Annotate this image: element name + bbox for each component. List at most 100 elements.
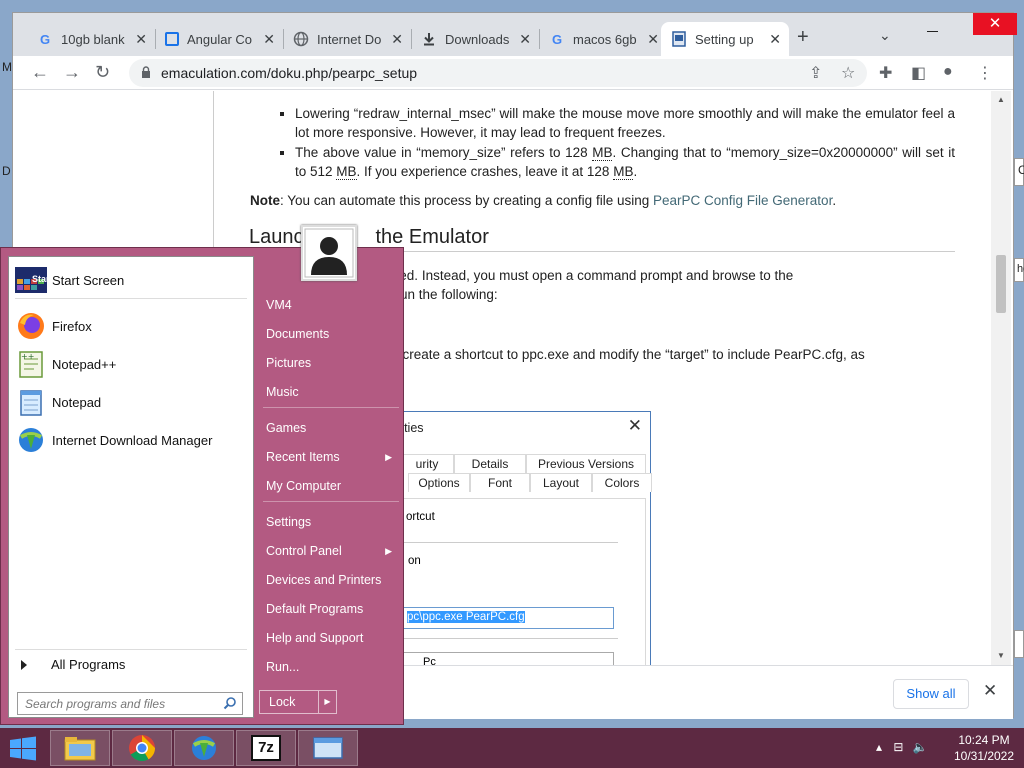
download-icon (421, 31, 437, 47)
start-item-settings[interactable]: Settings (266, 511, 398, 533)
address-bar[interactable]: emaculation.com/doku.php/pearpc_setup ⇪ … (129, 59, 867, 87)
tab-close-icon[interactable]: ✕ (769, 31, 781, 48)
tab-10gb-blank[interactable]: G 10gb blank ✕ (27, 22, 155, 56)
program-firefox[interactable]: Firefox (15, 308, 92, 344)
dialog-tab: Layout (530, 473, 592, 492)
all-programs-button[interactable]: All Programs (21, 657, 125, 672)
svg-text:++: ++ (21, 352, 34, 361)
shutdown-options-arrow-icon[interactable]: ▶ (318, 691, 336, 713)
tab-downloads[interactable]: Downloads ✕ (411, 22, 539, 56)
start-item-documents[interactable]: Documents (266, 323, 398, 345)
share-icon[interactable]: ⇪ (809, 63, 822, 83)
taskbar-7zip[interactable]: 7z (236, 730, 296, 766)
shortcut-label: ortcut (406, 511, 435, 523)
show-all-button[interactable]: Show all (893, 679, 969, 709)
google-icon: G (39, 31, 51, 47)
tab-close-icon[interactable]: ✕ (647, 31, 659, 48)
tab-close-icon[interactable]: ✕ (263, 31, 275, 48)
tab-strip: G 10gb blank ✕ Angular Co ✕ Internet Do … (13, 13, 1017, 56)
bookmark-star-icon[interactable]: ☆ (841, 63, 855, 83)
new-tab-button[interactable]: + (797, 26, 809, 49)
dialog-tab: Font (470, 473, 530, 492)
idm-icon (15, 424, 47, 456)
notepad-icon (15, 386, 47, 418)
dialog-tab: Options (408, 473, 470, 492)
profile-icon[interactable]: ● (943, 63, 953, 81)
search-icon[interactable] (223, 696, 237, 710)
tab-internet-download[interactable]: Internet Do ✕ (283, 22, 411, 56)
start-item-vm4[interactable]: VM4 (266, 294, 398, 316)
tab-macos-6gb[interactable]: G macos 6gb ✕ (539, 22, 667, 56)
background-window-fragment (1014, 630, 1024, 658)
start-menu: Start Start Screen Firefox ++ Notepad ++ … (0, 225, 404, 725)
program-label: Internet Download Manager (52, 432, 213, 448)
7zip-icon: 7z (251, 735, 281, 761)
config-generator-link[interactable]: PearPC Config File Generator (653, 193, 832, 208)
program-notepadpp[interactable]: ++ Notepad++ (15, 346, 116, 382)
page-scrollbar[interactable]: ▲ ▼ (991, 91, 1011, 665)
firefox-icon (15, 310, 47, 342)
start-menu-places-pane: VM4 Documents Pictures Music Games Recen… (259, 248, 403, 724)
notepadpp-icon: ++ (15, 348, 47, 380)
start-item-control-panel[interactable]: Control Panel ▶ (266, 540, 398, 562)
start-item-recent-items[interactable]: Recent Items ▶ (266, 446, 398, 468)
tab-setting-up[interactable]: Setting up ✕ (661, 22, 789, 56)
browser-toolbar: ← → ↻ emaculation.com/doku.php/pearpc_se… (13, 56, 1013, 90)
extensions-icon[interactable]: ✚ (879, 63, 892, 83)
start-item-help-support[interactable]: Help and Support (266, 627, 398, 649)
scrollbar-thumb[interactable] (996, 255, 1006, 313)
program-notepad[interactable]: Notepad (15, 384, 101, 420)
back-icon[interactable]: ← (31, 62, 49, 83)
volume-icon[interactable]: 🔈 (913, 740, 928, 754)
tab-title: 10gb blank (61, 31, 125, 47)
start-item-games[interactable]: Games (266, 417, 398, 439)
forward-icon[interactable]: → (63, 62, 81, 83)
reload-icon[interactable]: ↻ (95, 62, 110, 83)
start-item-run[interactable]: Run... (266, 656, 398, 678)
start-item-default-programs[interactable]: Default Programs (266, 598, 398, 620)
start-screen-icon: Start (15, 264, 53, 296)
tab-search-button[interactable]: ⌄ (879, 27, 891, 44)
url-text[interactable]: emaculation.com/doku.php/pearpc_setup (161, 65, 417, 81)
lock-button[interactable]: Lock ▶ (259, 690, 337, 714)
menu-icon[interactable]: ⋮ (977, 63, 993, 83)
start-item-pictures[interactable]: Pictures (266, 352, 398, 374)
dialog-tab: Previous Versions (526, 454, 646, 473)
minimize-button[interactable] (919, 21, 947, 41)
tab-close-icon[interactable]: ✕ (391, 31, 403, 48)
taskbar-window-app[interactable] (298, 730, 358, 766)
taskbar: 7z ▴ ⊟ 🔈 10:24 PM 10/31/2022 (0, 728, 1024, 768)
bullet-memory: The above value in “memory_size” refers … (295, 143, 955, 181)
side-panel-icon[interactable]: ◧ (911, 63, 926, 83)
window-close-button[interactable]: ✕ (973, 13, 1017, 35)
window-app-icon (313, 737, 343, 759)
taskbar-clock[interactable]: 10:24 PM 10/31/2022 (948, 732, 1020, 764)
lock-icon[interactable] (141, 66, 151, 78)
start-item-my-computer[interactable]: My Computer (266, 475, 398, 497)
start-search-input[interactable]: Search programs and files (17, 692, 243, 715)
angular-site-icon (165, 32, 179, 46)
start-item-music[interactable]: Music (266, 381, 398, 403)
dialog-tab: Details (454, 454, 526, 473)
clock-date: 10/31/2022 (953, 749, 1015, 763)
start-button[interactable] (6, 734, 42, 764)
download-bar-close-icon[interactable]: ✕ (983, 681, 997, 701)
tab-close-icon[interactable]: ✕ (519, 31, 531, 48)
background-window-fragment: he (1014, 258, 1024, 282)
start-item-devices-printers[interactable]: Devices and Printers (266, 569, 398, 591)
program-start-screen[interactable]: Start Start Screen (15, 262, 124, 298)
system-tray: ▴ ⊟ 🔈 (876, 740, 928, 754)
dialog-tab: Colors (592, 473, 652, 492)
tab-title: Angular Co (187, 31, 253, 47)
tab-close-icon[interactable]: ✕ (135, 31, 147, 48)
tab-angular[interactable]: Angular Co ✕ (155, 22, 283, 56)
chrome-icon (129, 735, 156, 762)
show-hidden-icons-arrow-icon[interactable]: ▴ (876, 740, 882, 754)
program-idm[interactable]: Internet Download Manager (15, 422, 212, 458)
taskbar-file-explorer[interactable] (50, 730, 110, 766)
network-icon[interactable]: ⊟ (893, 740, 903, 754)
globe-icon (293, 31, 309, 47)
taskbar-chrome[interactable] (112, 730, 172, 766)
background-window-fragment: C (1014, 158, 1024, 186)
taskbar-idm[interactable] (174, 730, 234, 766)
